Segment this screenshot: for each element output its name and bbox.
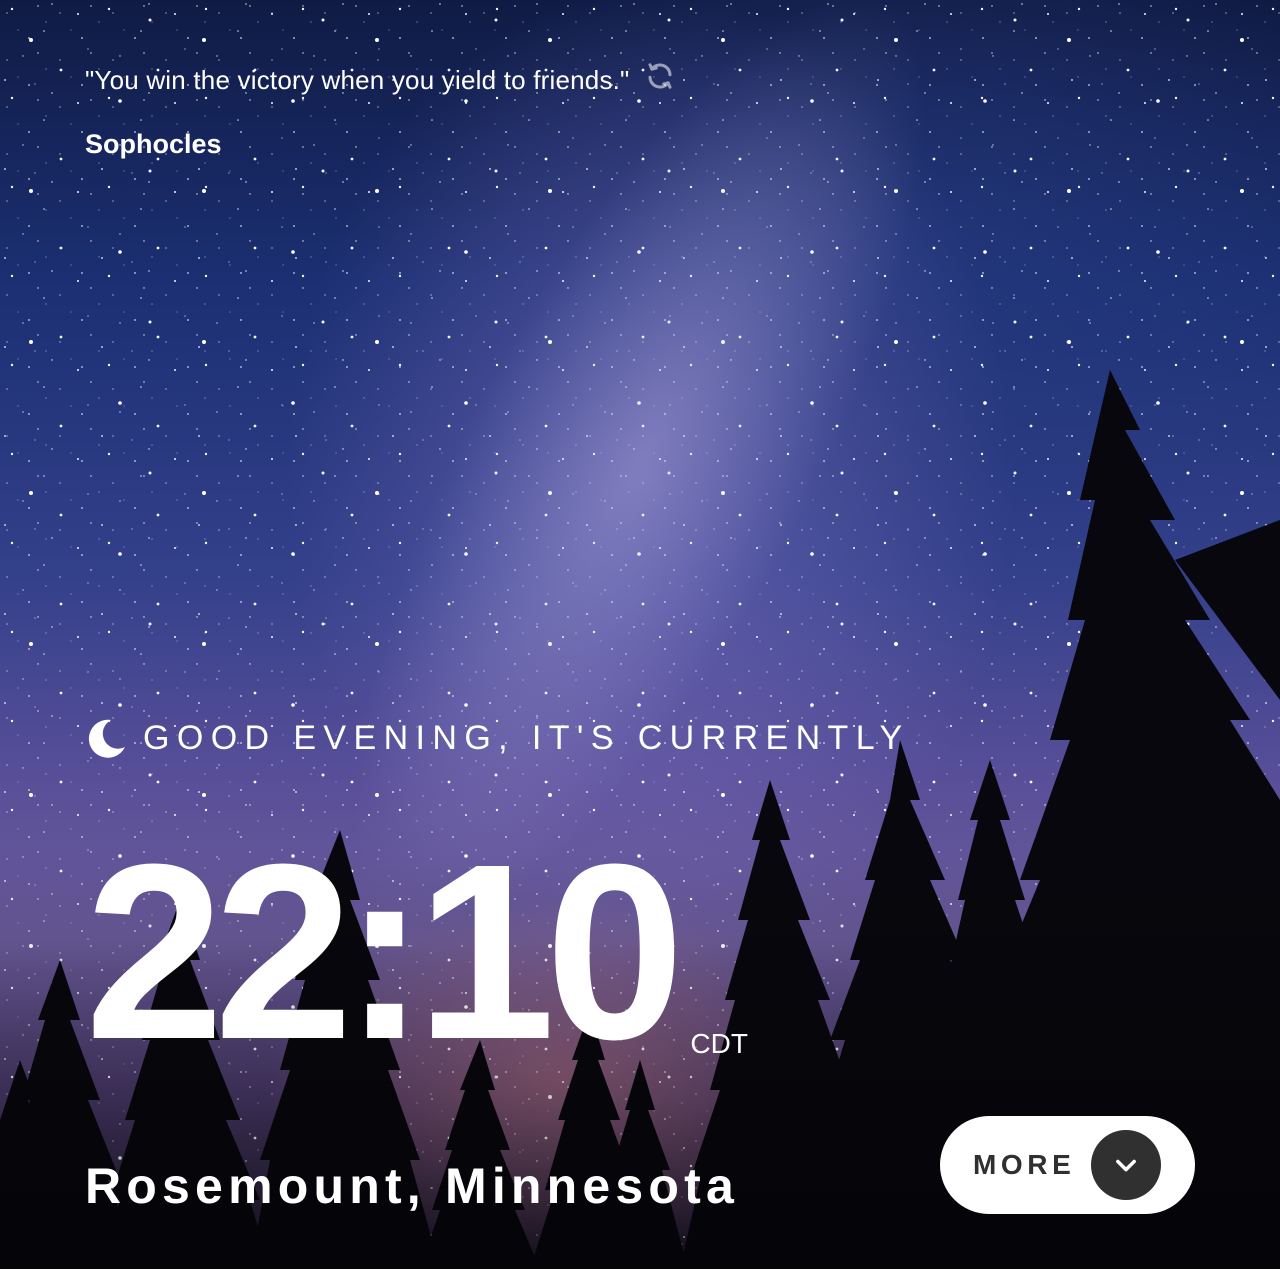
more-button-label: MORE <box>973 1149 1076 1180</box>
quote-text: "You win the victory when you yield to f… <box>85 65 630 95</box>
refresh-icon[interactable] <box>644 60 676 92</box>
greeting-text: GOOD EVENING, IT'S CURRENTLY <box>143 719 910 757</box>
greeting: GOOD EVENING, IT'S CURRENTLY <box>85 716 910 760</box>
location-text: Rosemount, Minnesota <box>85 1158 740 1214</box>
clock-time: 22:10 <box>85 812 684 1091</box>
clock-app: "You win the victory when you yield to f… <box>0 0 1280 1269</box>
quote-row: "You win the victory when you yield to f… <box>85 60 805 100</box>
clock-display: 22:10 CDT <box>85 812 748 1091</box>
moon-icon <box>88 719 125 758</box>
chevron-down-icon <box>1091 1130 1161 1200</box>
quote-section: "You win the victory when you yield to f… <box>85 60 805 162</box>
more-button[interactable]: MORE <box>940 1116 1195 1214</box>
clock-timezone: CDT <box>690 1028 748 1059</box>
quote-author: Sophocles <box>85 129 222 159</box>
